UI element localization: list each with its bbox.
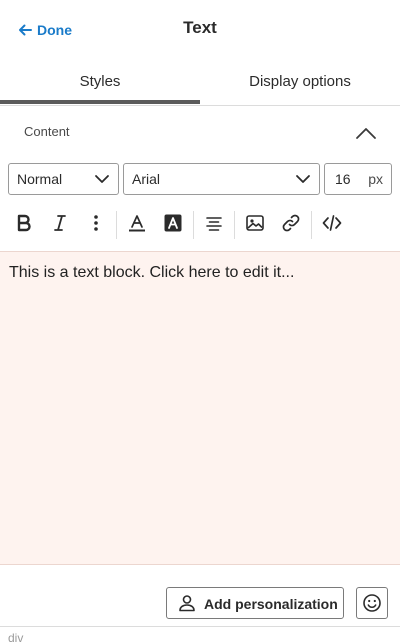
italic-button[interactable] bbox=[46, 209, 74, 237]
align-center-icon bbox=[206, 217, 222, 231]
font-family-select[interactable]: Arial bbox=[123, 163, 320, 195]
more-options-button[interactable] bbox=[82, 209, 110, 237]
editor-content[interactable]: This is a text block. Click here to edit… bbox=[9, 264, 294, 282]
bold-button[interactable] bbox=[10, 209, 38, 237]
toolbar-divider bbox=[116, 211, 117, 239]
toolbar-divider bbox=[193, 211, 194, 239]
insert-image-button[interactable] bbox=[241, 209, 269, 237]
content-section-header: Content bbox=[0, 107, 400, 153]
toolbar-divider bbox=[234, 211, 235, 239]
bold-icon bbox=[17, 214, 31, 232]
block-style-value: Normal bbox=[17, 171, 63, 187]
insert-link-button[interactable] bbox=[277, 209, 305, 237]
highlight-color-icon bbox=[164, 214, 182, 232]
more-vertical-icon bbox=[94, 215, 98, 231]
font-size-input[interactable]: 16 px bbox=[324, 163, 392, 195]
smiley-icon bbox=[363, 594, 381, 612]
toolbar-divider bbox=[311, 211, 312, 239]
chevron-down-icon bbox=[95, 175, 109, 183]
panel-title: Text bbox=[183, 18, 217, 37]
element-path: div bbox=[8, 631, 24, 642]
panel-header: Done Text bbox=[0, 0, 400, 58]
italic-icon bbox=[54, 215, 66, 231]
font-size-unit: px bbox=[368, 171, 383, 187]
source-code-button[interactable] bbox=[318, 209, 346, 237]
formatting-toolbar bbox=[0, 205, 400, 241]
add-personalization-label: Add personalization bbox=[204, 596, 338, 612]
emoji-button[interactable] bbox=[356, 587, 388, 619]
highlight-color-button[interactable] bbox=[159, 209, 187, 237]
active-tab-indicator bbox=[0, 100, 200, 104]
text-color-button[interactable] bbox=[123, 209, 151, 237]
font-size-value: 16 bbox=[335, 171, 351, 187]
person-icon bbox=[179, 595, 195, 612]
align-button[interactable] bbox=[200, 209, 228, 237]
chevron-up-icon[interactable] bbox=[354, 125, 378, 141]
element-path-bar: div bbox=[0, 626, 400, 642]
image-icon bbox=[246, 215, 264, 231]
font-family-value: Arial bbox=[132, 171, 161, 187]
chevron-down-icon bbox=[296, 175, 310, 183]
link-icon bbox=[282, 214, 300, 232]
text-color-icon bbox=[129, 215, 145, 232]
add-personalization-button[interactable]: Add personalization bbox=[166, 587, 344, 619]
text-editor-area[interactable]: This is a text block. Click here to edit… bbox=[0, 251, 400, 565]
block-style-select[interactable]: Normal bbox=[8, 163, 119, 195]
tab-display-options[interactable]: Display options bbox=[200, 60, 400, 106]
content-section-label: Content bbox=[24, 124, 70, 139]
code-icon bbox=[322, 215, 342, 231]
